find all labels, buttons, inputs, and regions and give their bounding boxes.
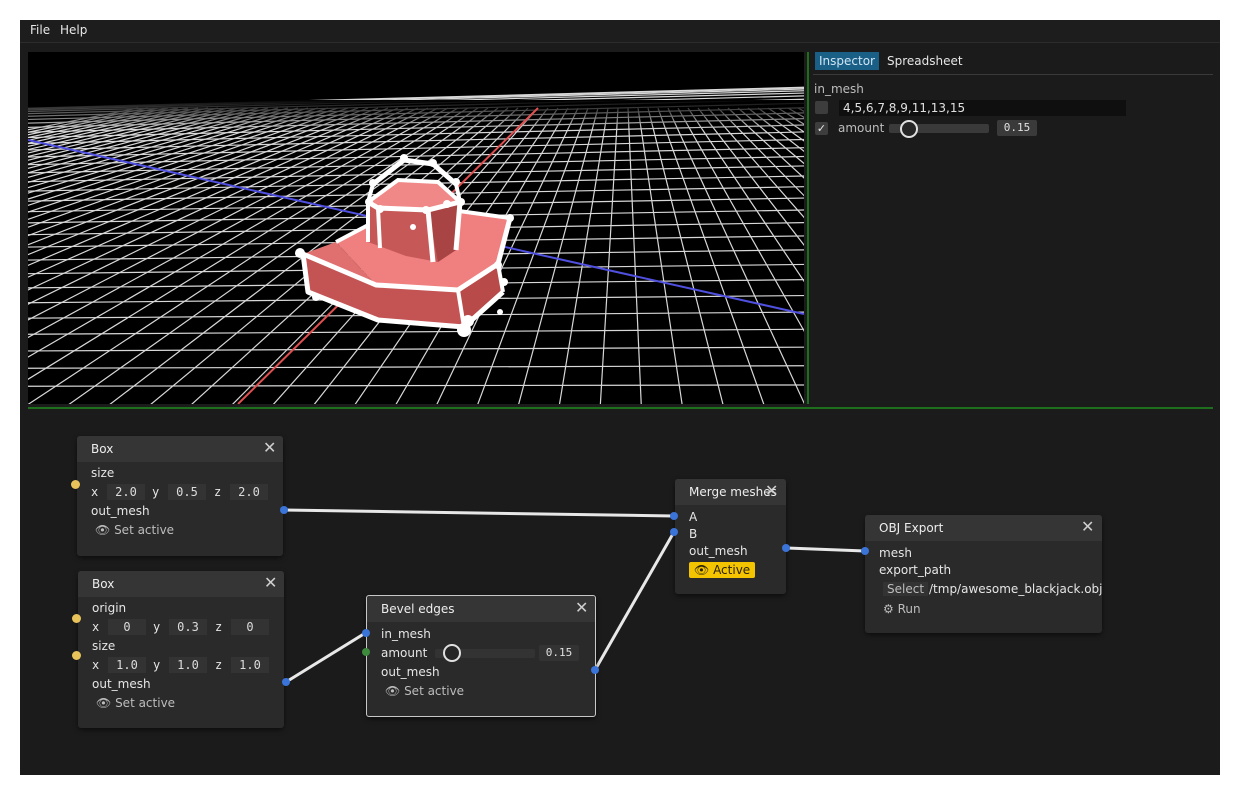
obj-export-node[interactable]: OBJ Export ✕ mesh export_path Select /tm… <box>865 515 1103 633</box>
gear-icon: ⚙ <box>883 602 898 616</box>
x-label: x <box>91 485 99 499</box>
node-title-bar[interactable]: OBJ Export ✕ <box>865 515 1102 541</box>
wire-box2-bevel <box>285 630 368 684</box>
close-icon[interactable]: ✕ <box>264 575 277 591</box>
size-y-field[interactable]: 0.5 <box>168 484 206 500</box>
node-title: Box <box>92 577 115 591</box>
node-title: OBJ Export <box>879 521 944 535</box>
set-active-button[interactable]: 👁 Set active <box>96 696 175 710</box>
size-input-port[interactable] <box>71 480 80 489</box>
amount-value[interactable]: 0.15 <box>539 645 579 661</box>
wire-bevel-merge <box>593 531 676 671</box>
node-title-bar[interactable]: Box ✕ <box>78 571 284 597</box>
active-badge[interactable]: 👁 Active <box>689 562 756 578</box>
out-mesh-label: out_mesh <box>689 544 748 558</box>
node-title-bar[interactable]: Merge meshes ✕ <box>675 479 786 505</box>
merge-meshes-node[interactable]: Merge meshes ✕ A B out_mesh 👁 Active <box>675 479 786 594</box>
origin-label: origin <box>92 601 127 615</box>
y-label: y <box>152 485 160 499</box>
y-label: y <box>153 620 161 634</box>
origin-z-field[interactable]: 0 <box>231 619 269 635</box>
set-active-button[interactable]: 👁 Set active <box>385 684 464 698</box>
x-label: x <box>92 658 100 672</box>
export-path-value: /tmp/awesome_blackjack.obj <box>929 582 1103 596</box>
box-node-2[interactable]: Box ✕ origin x 0 y 0.3 z 0 size x 1.0 y … <box>78 571 284 728</box>
amount-label: amount <box>381 646 428 660</box>
input-b-port[interactable] <box>670 528 678 536</box>
input-a-port[interactable] <box>670 512 678 520</box>
in-mesh-port[interactable] <box>362 629 370 637</box>
amount-port[interactable] <box>362 648 370 656</box>
mesh-label: mesh <box>879 546 912 560</box>
z-label: z <box>214 485 222 499</box>
mesh-input-port[interactable] <box>861 547 869 555</box>
close-icon[interactable]: ✕ <box>1081 519 1094 535</box>
input-b-label: B <box>689 527 698 541</box>
merge-out-port[interactable] <box>782 544 790 552</box>
bevel-edges-node[interactable]: Bevel edges ✕ in_mesh amount 0.15 out_me… <box>366 595 596 717</box>
select-button[interactable]: Select <box>883 582 929 596</box>
size-y-field[interactable]: 1.0 <box>169 657 207 673</box>
z-label: z <box>215 620 223 634</box>
export-path-label: export_path <box>879 563 952 577</box>
box-node-1[interactable]: Box ✕ size x 2.0 y 0.5 z 2.0 out_mesh 👁 … <box>77 436 283 556</box>
box2-out-port[interactable] <box>282 678 290 686</box>
wire-box1-merge <box>283 508 675 518</box>
size-x-field[interactable]: 1.0 <box>108 657 146 673</box>
y-label: y <box>153 658 161 672</box>
size-label: size <box>92 639 116 653</box>
close-icon[interactable]: ✕ <box>765 483 778 499</box>
size-x-field[interactable]: 2.0 <box>107 484 145 500</box>
origin-input-port[interactable] <box>72 614 81 623</box>
size-z-field[interactable]: 1.0 <box>231 657 269 673</box>
app-window: File Help Inspector Spreadsheet in_mesh … <box>20 20 1220 775</box>
z-label: z <box>215 658 223 672</box>
origin-x-field[interactable]: 0 <box>108 619 146 635</box>
eye-icon: 👁 <box>694 563 714 577</box>
out-mesh-label: out_mesh <box>91 504 150 518</box>
node-title: Merge meshes <box>689 485 777 499</box>
box1-out-port[interactable] <box>280 506 288 514</box>
out-mesh-label: out_mesh <box>92 677 151 691</box>
origin-y-field[interactable]: 0.3 <box>169 619 207 635</box>
size-z-field[interactable]: 2.0 <box>230 484 268 500</box>
amount-slider-knob[interactable] <box>443 644 461 662</box>
x-label: x <box>92 620 100 634</box>
node-title: Box <box>91 442 114 456</box>
eye-icon: 👁 <box>95 523 115 537</box>
input-a-label: A <box>689 510 698 524</box>
node-title: Bevel edges <box>381 602 455 616</box>
node-title-bar[interactable]: Bevel edges ✕ <box>367 596 595 622</box>
eye-icon: 👁 <box>96 696 116 710</box>
size-label: size <box>91 466 115 480</box>
run-button[interactable]: ⚙ Run <box>883 602 921 616</box>
in-mesh-label: in_mesh <box>381 627 431 641</box>
eye-icon: 👁 <box>385 684 405 698</box>
node-title-bar[interactable]: Box ✕ <box>77 436 283 462</box>
wire-merge-obj <box>786 546 866 553</box>
bevel-out-port[interactable] <box>591 666 599 674</box>
close-icon[interactable]: ✕ <box>263 440 276 456</box>
set-active-button[interactable]: 👁 Set active <box>95 523 174 537</box>
close-icon[interactable]: ✕ <box>575 600 588 616</box>
out-mesh-label: out_mesh <box>381 665 440 679</box>
size-input-port[interactable] <box>72 651 81 660</box>
